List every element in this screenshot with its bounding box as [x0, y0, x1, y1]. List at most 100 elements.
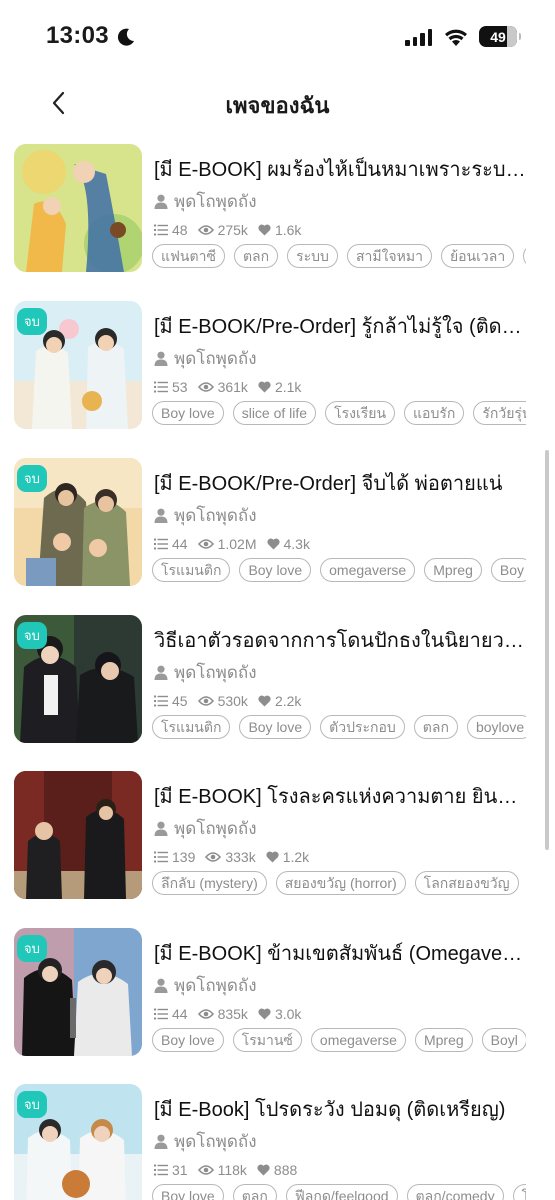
- heart-icon: [258, 695, 271, 707]
- tag[interactable]: โรแมนติก: [152, 715, 231, 739]
- book-cover-image: จบ: [14, 615, 142, 743]
- tag[interactable]: omegaverse: [310, 1028, 406, 1052]
- user-icon: [154, 351, 168, 366]
- user-icon: [154, 665, 168, 680]
- list-icon: [154, 1164, 168, 1176]
- view-count: 333k: [205, 849, 256, 865]
- tag[interactable]: โร: [512, 1184, 526, 1200]
- tag[interactable]: boylove: [466, 715, 526, 739]
- book-title: [มี E-BOOK] ผมร้องไห้เป็นหมาเพราะระบบรัก…: [154, 159, 526, 181]
- tag[interactable]: Boy love: [152, 1028, 224, 1052]
- book-title: [มี E-BOOK] ข้ามเขตสัมพันธ์ (Omegaverse): [154, 943, 526, 965]
- battery-level: 49: [490, 28, 506, 45]
- tag-list: Boy love โรมานซ์ omegaverse Mpreg Boyl: [152, 1028, 526, 1052]
- like-count: 3.0k: [258, 1006, 301, 1022]
- eye-icon: [197, 1009, 214, 1019]
- tag[interactable]: S: [523, 244, 526, 268]
- book-item[interactable]: จบ วิธีเอาตัวรอดจากการโดนปักธงในนิยายวาย…: [0, 615, 555, 747]
- tag[interactable]: ย้อนเวลา: [440, 244, 515, 268]
- scrollbar[interactable]: [545, 450, 549, 850]
- tag[interactable]: Boyl: [481, 1028, 526, 1052]
- tag[interactable]: ตลก/comedy: [406, 1184, 504, 1200]
- book-stats: 44 1.02M 4.3k: [154, 536, 320, 552]
- tag-list: Boy love slice of life โรงเรียน แอบรัก ร…: [152, 401, 526, 425]
- wifi-icon: [445, 29, 467, 46]
- heart-icon: [258, 381, 271, 393]
- user-icon: [154, 1134, 168, 1149]
- tag[interactable]: Boy: [490, 558, 526, 582]
- tag[interactable]: ตลก: [232, 1184, 277, 1200]
- tag[interactable]: ตลก: [233, 244, 279, 268]
- tag-list: โรแมนติก Boy love ตัวประกอบ ตลก boylove: [152, 715, 526, 739]
- heart-icon: [266, 851, 279, 863]
- heart-icon: [257, 1164, 270, 1176]
- author-name: พุดโถพุดถัง: [174, 506, 257, 525]
- book-author: พุดโถพุดถัง: [154, 1128, 257, 1155]
- tag[interactable]: แอบรัก: [404, 401, 465, 425]
- chapter-count: 139: [154, 849, 195, 865]
- tag[interactable]: โลกสยองขวัญ: [414, 871, 519, 895]
- book-item[interactable]: จบ [มี E-Book] โปรดระวัง ปอมดุ (ติดเหรีย…: [0, 1084, 555, 1200]
- view-count: 530k: [197, 693, 248, 709]
- tag[interactable]: Boy love: [239, 715, 312, 739]
- list-icon: [154, 851, 168, 863]
- tag[interactable]: ระบบ: [287, 244, 338, 268]
- book-stats: 45 530k 2.2k: [154, 693, 311, 709]
- tag[interactable]: ตลก: [413, 715, 458, 739]
- book-item[interactable]: จบ [มี E-BOOK/Pre-Order] จีบได้ พ่อตายแน…: [0, 458, 555, 590]
- eye-icon: [205, 852, 222, 862]
- book-item[interactable]: [มี E-BOOK] โรงละครแห่งความตาย ยินดีต้อน…: [0, 771, 555, 903]
- tag[interactable]: แฟนตาซี: [152, 244, 225, 268]
- book-item[interactable]: [มี E-BOOK] ผมร้องไห้เป็นหมาเพราะระบบรัก…: [0, 144, 555, 276]
- chapter-count: 31: [154, 1162, 188, 1178]
- user-icon: [154, 821, 168, 836]
- heart-icon: [258, 1008, 271, 1020]
- book-title: [มี E-BOOK/Pre-Order] จีบได้ พ่อตายแน่: [154, 473, 503, 495]
- tag[interactable]: ลึกลับ (mystery): [152, 871, 267, 895]
- user-icon: [154, 978, 168, 993]
- tag[interactable]: ตัวประกอบ: [320, 715, 405, 739]
- view-count: 835k: [197, 1006, 248, 1022]
- book-cover-image: จบ: [14, 1084, 142, 1200]
- tag[interactable]: โรแมนติก: [152, 558, 231, 582]
- completed-badge: จบ: [17, 308, 47, 335]
- eye-icon: [197, 225, 214, 235]
- tag-list: โรแมนติก Boy love omegaverse Mpreg Boy: [152, 558, 526, 582]
- author-name: พุดโถพุดถัง: [174, 819, 257, 838]
- tag[interactable]: สยองขวัญ (horror): [275, 871, 406, 895]
- tag[interactable]: Boy love: [239, 558, 312, 582]
- author-name: พุดโถพุดถัง: [174, 192, 257, 211]
- list-icon: [154, 1008, 168, 1020]
- view-count: 275k: [197, 222, 248, 238]
- tag[interactable]: slice of life: [232, 401, 317, 425]
- author-name: พุดโถพุดถัง: [174, 976, 257, 995]
- tag[interactable]: ฟีลกูด/feelgood: [285, 1184, 398, 1200]
- tag[interactable]: โรงเรียน: [325, 401, 396, 425]
- status-time: 13:03: [46, 22, 109, 49]
- tag[interactable]: Boy love: [152, 401, 224, 425]
- tag[interactable]: Mpreg: [414, 1028, 473, 1052]
- tag[interactable]: โรมานซ์: [232, 1028, 302, 1052]
- tag[interactable]: รักวัยรุ่น: [473, 401, 526, 425]
- book-author: พุดโถพุดถัง: [154, 972, 257, 999]
- book-cover-image: จบ: [14, 928, 142, 1056]
- book-stats: 53 361k 2.1k: [154, 379, 311, 395]
- completed-badge: จบ: [17, 1091, 47, 1118]
- book-item[interactable]: จบ [มี E-BOOK] ข้ามเขตสัมพันธ์ (Omegaver…: [0, 928, 555, 1060]
- eye-icon: [197, 539, 214, 549]
- list-icon: [154, 538, 168, 550]
- tag[interactable]: Mpreg: [424, 558, 482, 582]
- chapter-count: 48: [154, 222, 188, 238]
- tag[interactable]: omegaverse: [320, 558, 416, 582]
- list-icon: [154, 695, 168, 707]
- book-item[interactable]: จบ [มี E-BOOK/Pre-Order] รู้กล้าไม่รู้ใจ…: [0, 301, 555, 433]
- tag-list: ลึกลับ (mystery) สยองขวัญ (horror) โลกสย…: [152, 871, 526, 895]
- chapter-count: 44: [154, 1006, 188, 1022]
- tag-list: แฟนตาซี ตลก ระบบ สามีใจหมา ย้อนเวลา S: [152, 244, 526, 268]
- page-title: เพจของฉัน: [225, 93, 330, 118]
- tag[interactable]: สามีใจหมา: [346, 244, 432, 268]
- view-count: 361k: [197, 379, 248, 395]
- tag[interactable]: Boy love: [152, 1184, 224, 1200]
- author-name: พุดโถพุดถัง: [174, 349, 257, 368]
- like-count: 2.2k: [258, 693, 301, 709]
